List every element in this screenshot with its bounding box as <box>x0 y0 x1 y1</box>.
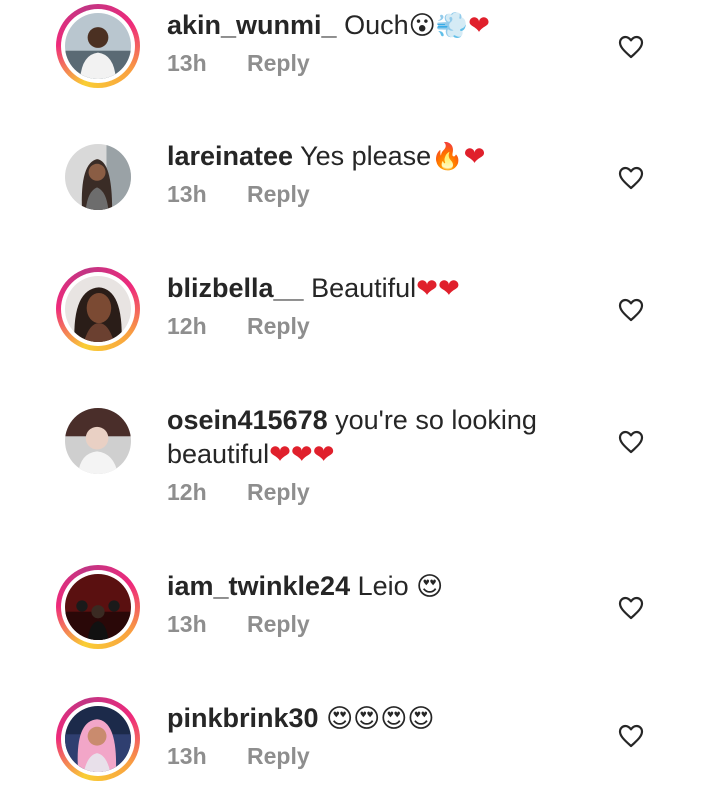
comment-body: Beautiful <box>303 273 417 303</box>
red-heart-icon: ❤ <box>437 274 460 304</box>
like-heart-icon[interactable] <box>618 724 644 748</box>
heart-eyes-icon: 😍 <box>380 704 408 734</box>
username[interactable]: blizbella__ <box>167 273 304 303</box>
reply-button[interactable]: Reply <box>247 180 310 208</box>
comment-body: Ouch <box>336 10 409 40</box>
username[interactable]: akin_wunmi_ <box>167 10 337 40</box>
avatar[interactable] <box>56 135 140 219</box>
like-heart-icon[interactable] <box>618 596 644 620</box>
comment-time: 12h <box>167 479 207 505</box>
red-heart-icon: ❤ <box>416 274 438 304</box>
comment-body: Leio <box>350 571 409 601</box>
username[interactable]: pinkbrink30 <box>167 703 319 733</box>
comment-text: pinkbrink30 😍😍😍😍 <box>167 701 587 736</box>
comment-text: lareinatee Yes please🔥❤ <box>167 139 587 174</box>
comment-time: 13h <box>167 611 207 637</box>
avatar[interactable] <box>56 399 140 483</box>
comment-time: 13h <box>167 181 207 207</box>
username[interactable]: iam_twinkle24 <box>167 571 350 601</box>
heart-eyes-icon: 😍 <box>416 572 444 602</box>
reply-button[interactable]: Reply <box>247 49 310 77</box>
username[interactable]: osein415678 <box>167 405 328 435</box>
like-heart-icon[interactable] <box>618 430 644 454</box>
reply-button[interactable]: Reply <box>247 742 310 770</box>
heart-eyes-icon: 😍 <box>407 704 435 734</box>
avatar[interactable] <box>56 267 140 351</box>
like-heart-icon[interactable] <box>618 298 644 322</box>
comment-text: blizbella__ Beautiful❤❤ <box>167 271 587 306</box>
comment-text-continued: beautiful❤❤❤ <box>167 437 587 472</box>
dash-icon: 💨 <box>435 11 469 41</box>
comment-time: 12h <box>167 313 207 339</box>
avatar[interactable] <box>56 4 140 88</box>
comment-text: iam_twinkle24 Leio 😍 <box>167 569 587 604</box>
like-heart-icon[interactable] <box>618 35 644 59</box>
comment-body: Yes please <box>293 141 432 171</box>
red-heart-icon: ❤ <box>269 440 291 470</box>
comment-body: you're so looking <box>327 405 537 435</box>
comment-list: akin_wunmi_ Ouch😮💨❤ 13h Reply lareinatee… <box>0 0 720 799</box>
heart-eyes-icon: 😍 <box>353 704 381 734</box>
comment-time: 13h <box>167 50 207 76</box>
fire-icon: 🔥 <box>431 142 464 172</box>
comment-body <box>319 703 327 733</box>
red-heart-icon: ❤ <box>468 11 490 41</box>
comment-text: akin_wunmi_ Ouch😮💨❤ <box>167 8 587 43</box>
comment-text: osein415678 you're so looking <box>167 403 587 437</box>
username[interactable]: lareinatee <box>167 141 293 171</box>
red-heart-icon: ❤ <box>312 440 335 470</box>
surprised-face-icon: 😮 <box>408 11 436 41</box>
reply-button[interactable]: Reply <box>247 610 310 638</box>
comment-time: 13h <box>167 743 207 769</box>
avatar[interactable] <box>56 697 140 781</box>
red-heart-icon: ❤ <box>290 440 313 470</box>
reply-button[interactable]: Reply <box>247 312 310 340</box>
avatar[interactable] <box>56 565 140 649</box>
like-heart-icon[interactable] <box>618 166 644 190</box>
reply-button[interactable]: Reply <box>247 478 310 506</box>
red-heart-icon: ❤ <box>463 142 486 172</box>
heart-eyes-icon: 😍 <box>326 704 354 734</box>
comment-body: beautiful <box>167 439 270 469</box>
